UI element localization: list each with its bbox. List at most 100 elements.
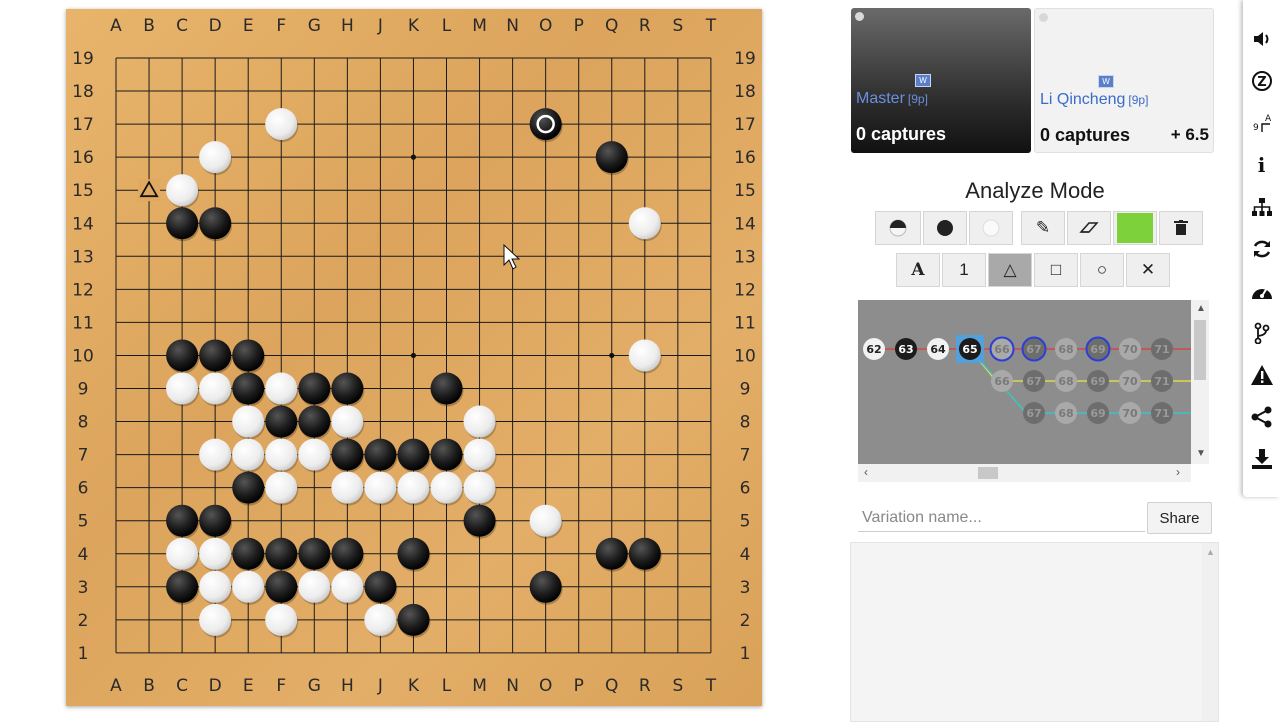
row-label: 7 bbox=[78, 446, 89, 466]
black-stone-button[interactable] bbox=[923, 211, 967, 245]
fork-icon[interactable] bbox=[1243, 315, 1280, 351]
white-stone bbox=[628, 339, 661, 372]
sound-icon[interactable] bbox=[1243, 21, 1280, 57]
row-label: 19 bbox=[734, 49, 756, 69]
label-number-button[interactable]: 1 bbox=[942, 253, 986, 287]
column-label: E bbox=[243, 16, 254, 36]
row-label: 15 bbox=[734, 181, 756, 201]
column-label: G bbox=[308, 676, 321, 696]
black-stone bbox=[529, 108, 562, 141]
square-mark-button[interactable]: □ bbox=[1034, 253, 1078, 287]
white-clock-indicator bbox=[1039, 13, 1048, 22]
board-grid[interactable]: AABBCCDDEEFFGGHHJJKKLLMMNNOOPPQQRRSSTT19… bbox=[66, 9, 762, 706]
white-stone bbox=[199, 537, 232, 570]
black-player-name[interactable]: Master bbox=[856, 90, 905, 107]
column-label: R bbox=[639, 16, 651, 36]
scroll-down-icon[interactable]: ▼ bbox=[1196, 448, 1206, 459]
black-stone bbox=[364, 570, 397, 603]
column-label: A bbox=[110, 676, 122, 696]
dashboard-icon[interactable] bbox=[1243, 273, 1280, 309]
column-label: F bbox=[276, 16, 286, 36]
row-label: 14 bbox=[734, 214, 756, 234]
column-label: A bbox=[110, 16, 122, 36]
black-stone bbox=[397, 438, 430, 471]
row-label: 8 bbox=[78, 413, 89, 433]
coordinates-icon[interactable]: A9 bbox=[1243, 105, 1280, 141]
tree-layout-icon[interactable] bbox=[1243, 189, 1280, 225]
tree-vertical-scrollbar[interactable]: ▲ ▼ bbox=[1191, 300, 1209, 464]
black-stone bbox=[430, 372, 463, 405]
row-label: 9 bbox=[78, 380, 89, 400]
black-player-card: W Master [9p] 0 captures bbox=[851, 8, 1031, 153]
white-stone bbox=[529, 504, 562, 537]
black-stone bbox=[529, 570, 562, 603]
alternate-stone-button[interactable] bbox=[875, 211, 921, 245]
column-label: B bbox=[143, 676, 155, 696]
white-stone bbox=[166, 372, 199, 405]
svg-text:Z: Z bbox=[1257, 75, 1266, 90]
chat-panel[interactable]: ▲ bbox=[850, 542, 1219, 722]
tree-horizontal-scrollbar[interactable]: ‹ › bbox=[858, 464, 1191, 482]
black-stone bbox=[595, 141, 628, 174]
eraser-button[interactable] bbox=[1067, 211, 1111, 245]
white-stone bbox=[232, 405, 265, 438]
white-player-name-line[interactable]: Li Qincheng [9p] bbox=[1040, 91, 1148, 109]
variation-name-input[interactable] bbox=[858, 504, 1145, 532]
download-icon[interactable] bbox=[1243, 441, 1280, 477]
tree-node-label: 70 bbox=[1122, 375, 1138, 388]
scroll-up-icon[interactable]: ▲ bbox=[1196, 303, 1206, 314]
info-icon[interactable]: i bbox=[1243, 147, 1280, 183]
pencil-button[interactable]: ✎ bbox=[1021, 211, 1065, 245]
cross-mark-button[interactable]: ✕ bbox=[1126, 253, 1170, 287]
black-stone bbox=[232, 372, 265, 405]
black-stone bbox=[199, 504, 232, 537]
tree-node-label: 69 bbox=[1090, 343, 1105, 356]
chat-scrollbar[interactable]: ▲ bbox=[1202, 543, 1218, 721]
scroll-thumb[interactable] bbox=[1194, 320, 1206, 380]
white-player-name[interactable]: Li Qincheng bbox=[1040, 91, 1125, 108]
color-swatch bbox=[1117, 213, 1153, 243]
move-tree-canvas[interactable]: 62 63 64 65 66 67 68 69 70 71 66 67 68 69 70 71 67 68 69 70… bbox=[858, 300, 1191, 464]
refresh-icon[interactable] bbox=[1243, 231, 1280, 267]
tree-node-label: 67 bbox=[1026, 407, 1041, 420]
black-stone bbox=[265, 537, 298, 570]
white-stone bbox=[199, 603, 232, 636]
pencil-icon: ✎ bbox=[1035, 218, 1051, 237]
scroll-up-icon[interactable]: ▲ bbox=[1206, 547, 1215, 557]
row-label: 13 bbox=[72, 247, 94, 267]
svg-text:9: 9 bbox=[1253, 123, 1259, 133]
row-label: 17 bbox=[734, 115, 756, 135]
white-stone bbox=[232, 570, 265, 603]
move-tree[interactable]: 62 63 64 65 66 67 68 69 70 71 66 67 68 69 70 71 67 68 69 70… bbox=[858, 300, 1191, 464]
color-picker-button[interactable] bbox=[1113, 211, 1157, 245]
share-button[interactable]: Share bbox=[1147, 502, 1212, 534]
share-icon[interactable] bbox=[1243, 399, 1280, 435]
row-label: 11 bbox=[72, 313, 94, 333]
go-board[interactable]: A A B B C C D D E E F F G G H H J J K K L L M M N N O O P P Q Q R R S S T T 19… bbox=[66, 9, 762, 706]
scroll-right-icon[interactable]: › bbox=[1176, 465, 1180, 479]
tree-node-label: 70 bbox=[1122, 407, 1138, 420]
mouse-cursor-icon bbox=[503, 243, 521, 270]
row-label: 15 bbox=[72, 181, 94, 201]
scroll-thumb[interactable] bbox=[978, 467, 998, 479]
circle-mark-button[interactable]: ○ bbox=[1080, 253, 1124, 287]
white-stone bbox=[199, 438, 232, 471]
white-stone-button[interactable] bbox=[969, 211, 1013, 245]
black-player-name-line[interactable]: Master [9p] bbox=[856, 90, 928, 108]
black-stone bbox=[298, 537, 331, 570]
zen-mode-icon[interactable]: Z bbox=[1243, 63, 1280, 99]
flag-icon: W bbox=[915, 74, 931, 87]
row-label: 9 bbox=[740, 380, 751, 400]
triangle-mark-button[interactable]: △ bbox=[988, 253, 1032, 287]
label-letter-button[interactable]: A bbox=[896, 253, 940, 287]
scroll-left-icon[interactable]: ‹ bbox=[864, 465, 868, 479]
row-label: 14 bbox=[72, 214, 94, 234]
warning-icon[interactable] bbox=[1243, 357, 1280, 393]
black-stone bbox=[331, 537, 364, 570]
clear-button[interactable] bbox=[1159, 211, 1203, 245]
column-label: M bbox=[472, 676, 487, 696]
column-label: T bbox=[705, 16, 717, 36]
tree-node-label: 69 bbox=[1090, 375, 1105, 388]
white-stone bbox=[199, 570, 232, 603]
white-stone bbox=[463, 471, 496, 504]
